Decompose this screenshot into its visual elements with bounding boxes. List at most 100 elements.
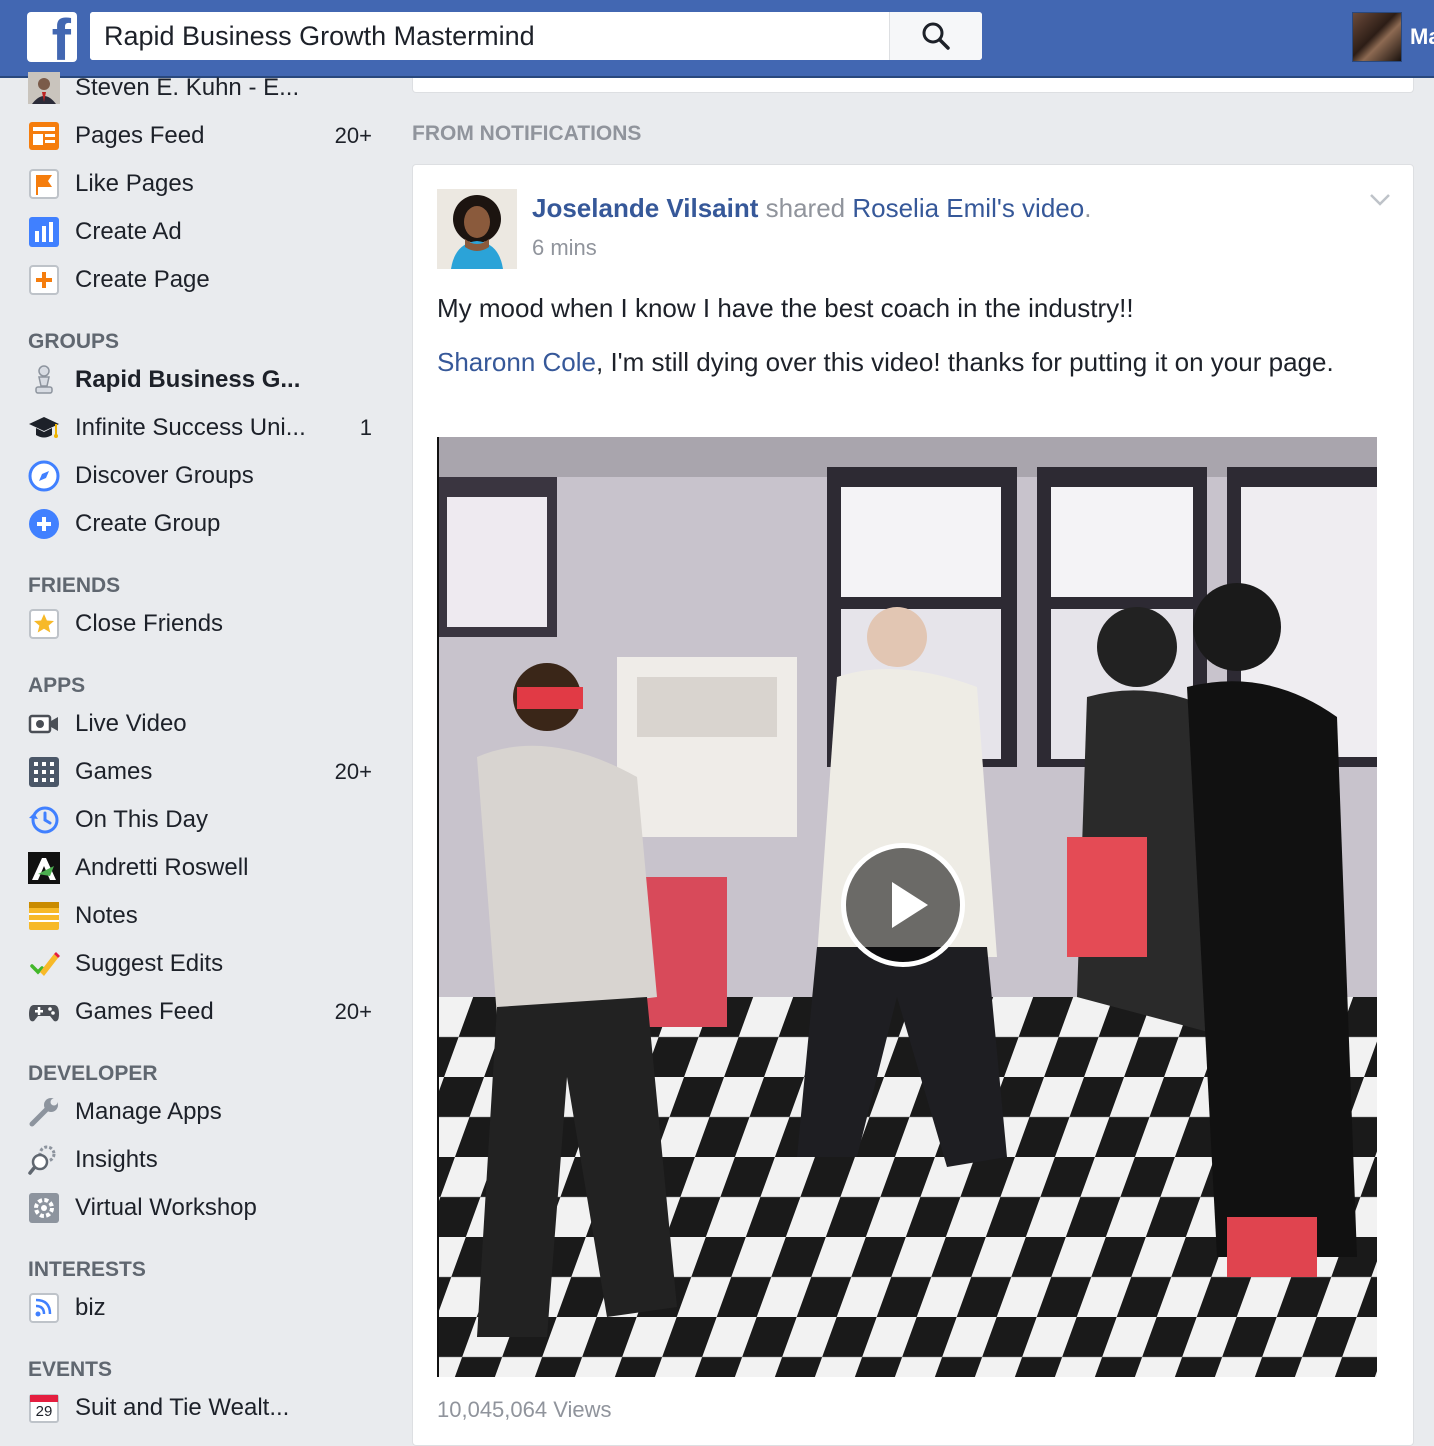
nav-label: Insights bbox=[75, 1146, 158, 1173]
events-heading: EVENTS bbox=[28, 1358, 113, 1381]
nav-item-games-feed[interactable]: Games Feed 20+ bbox=[28, 992, 388, 1032]
search-bar bbox=[90, 12, 982, 60]
author-name-link[interactable]: Joselande Vilsaint bbox=[532, 193, 758, 223]
nav-item-andretti-roswell[interactable]: Andretti Roswell bbox=[28, 848, 388, 888]
facebook-logo-icon[interactable]: f bbox=[27, 12, 77, 62]
post-verb: shared bbox=[758, 193, 853, 223]
play-button[interactable] bbox=[841, 843, 965, 967]
nav-count: 20+ bbox=[334, 123, 372, 148]
nav-label: Close Friends bbox=[75, 610, 224, 637]
nav-label: Andretti Roswell bbox=[75, 854, 249, 881]
nav-item-close-friends[interactable]: Close Friends bbox=[28, 604, 388, 644]
nav-label: biz bbox=[75, 1294, 106, 1321]
friends-heading: FRIENDS bbox=[28, 574, 121, 597]
nav-item-create-ad[interactable]: Create Ad bbox=[28, 212, 388, 252]
mention-link[interactable]: Sharonn Cole bbox=[437, 347, 596, 377]
plus-page-icon bbox=[28, 264, 60, 296]
post-options-button[interactable] bbox=[1369, 193, 1391, 212]
nav-label: Like Pages bbox=[75, 170, 194, 197]
calendar-icon: 29 bbox=[28, 1392, 60, 1424]
nav-item-create-page[interactable]: Create Page bbox=[28, 260, 388, 300]
nav-item-rapid-business-group[interactable]: Rapid Business G... bbox=[28, 360, 388, 400]
nav-item-manage-apps[interactable]: Manage Apps bbox=[28, 1092, 388, 1132]
nav-count: 20+ bbox=[334, 759, 372, 784]
video-player[interactable] bbox=[437, 437, 1377, 1377]
previous-story-card bbox=[412, 78, 1414, 93]
clock-history-icon bbox=[28, 804, 60, 836]
nav-label: Live Video bbox=[75, 710, 187, 737]
gear-magnifier-icon bbox=[28, 1144, 60, 1176]
video-camera-icon bbox=[28, 708, 60, 740]
notes-icon bbox=[28, 900, 60, 932]
nav-count: 20+ bbox=[334, 999, 372, 1024]
feed-post: Joselande Vilsaint shared Roselia Emil's… bbox=[412, 164, 1414, 1446]
profile-photo-icon bbox=[28, 72, 60, 104]
profile-avatar[interactable] bbox=[1352, 12, 1402, 62]
nav-item-live-video[interactable]: Live Video bbox=[28, 704, 388, 744]
nav-item-like-pages[interactable]: Like Pages bbox=[28, 164, 388, 204]
calendar-date: 29 bbox=[35, 1403, 53, 1420]
possessive-suffix: 's bbox=[996, 193, 1023, 223]
view-count: 10,045,064 Views bbox=[437, 1397, 612, 1422]
nav-item-steven-kuhn[interactable]: Steven E. Kuhn - E... bbox=[28, 68, 388, 108]
graduation-cap-icon bbox=[28, 412, 60, 444]
wrench-icon bbox=[28, 1096, 60, 1128]
nav-label: Manage Apps bbox=[75, 1098, 222, 1125]
nav-label: Create Ad bbox=[75, 218, 182, 245]
search-input[interactable] bbox=[90, 12, 889, 60]
pages-feed-icon bbox=[28, 120, 60, 152]
nav-item-games[interactable]: Games 20+ bbox=[28, 752, 388, 792]
nav-label: On This Day bbox=[75, 806, 208, 833]
groups-heading: GROUPS bbox=[28, 330, 120, 353]
nav-label: Create Group bbox=[75, 510, 221, 537]
nav-label: Create Page bbox=[75, 266, 210, 293]
nav-label: Virtual Workshop bbox=[75, 1194, 257, 1221]
nav-item-discover-groups[interactable]: Discover Groups bbox=[28, 456, 388, 496]
compass-icon bbox=[28, 460, 60, 492]
post-text-line2: Sharonn Cole, I'm still dying over this … bbox=[437, 343, 1357, 382]
nav-label: Notes bbox=[75, 902, 138, 929]
star-icon bbox=[28, 608, 60, 640]
nav-label: Suggest Edits bbox=[75, 950, 224, 977]
post-header: Joselande Vilsaint shared Roselia Emil's… bbox=[532, 193, 1091, 224]
gear-icon bbox=[28, 1192, 60, 1224]
nav-item-infinite-success[interactable]: Infinite Success Uni... 1 bbox=[28, 408, 388, 448]
nav-count: 1 bbox=[359, 415, 372, 440]
nav-item-virtual-workshop[interactable]: Virtual Workshop bbox=[28, 1188, 388, 1228]
author-avatar[interactable] bbox=[437, 189, 517, 269]
chess-pawn-icon bbox=[28, 364, 60, 396]
section-label: FROM NOTIFICATIONS bbox=[412, 122, 642, 145]
post-text-rest: , I'm still dying over this video! thank… bbox=[596, 347, 1334, 377]
nav-item-insights[interactable]: Insights bbox=[28, 1140, 388, 1180]
chevron-down-icon bbox=[1370, 194, 1390, 206]
video-link[interactable]: video bbox=[1022, 193, 1084, 223]
nav-label: Discover Groups bbox=[75, 462, 254, 489]
post-text-line1: My mood when I know I have the best coac… bbox=[437, 293, 1134, 323]
games-grid-icon bbox=[28, 756, 60, 788]
profile-name[interactable]: Ma bbox=[1410, 24, 1434, 50]
top-bar: f Ma bbox=[0, 0, 1434, 78]
interests-heading: INTERESTS bbox=[28, 1258, 146, 1281]
nav-item-create-group[interactable]: Create Group bbox=[28, 504, 388, 544]
search-button[interactable] bbox=[889, 12, 982, 60]
shared-from-link[interactable]: Roselia Emil bbox=[852, 193, 997, 223]
nav-label: Infinite Success Uni... bbox=[75, 414, 306, 441]
pencil-check-icon bbox=[28, 948, 60, 980]
nav-item-on-this-day[interactable]: On This Day bbox=[28, 800, 388, 840]
nav-item-pages-feed[interactable]: Pages Feed 20+ bbox=[28, 116, 388, 156]
header-period: . bbox=[1084, 193, 1092, 223]
play-icon bbox=[892, 882, 928, 928]
search-icon bbox=[922, 22, 950, 50]
post-timestamp[interactable]: 6 mins bbox=[532, 235, 597, 261]
app-logo-icon bbox=[28, 852, 60, 884]
nav-item-suggest-edits[interactable]: Suggest Edits bbox=[28, 944, 388, 984]
nav-item-notes[interactable]: Notes bbox=[28, 896, 388, 936]
apps-heading: APPS bbox=[28, 674, 86, 697]
nav-label: Steven E. Kuhn - E... bbox=[75, 74, 300, 101]
nav-item-suit-and-tie[interactable]: 29 Suit and Tie Wealt... bbox=[28, 1388, 388, 1428]
bar-chart-icon bbox=[28, 216, 60, 248]
flag-icon bbox=[28, 168, 60, 200]
rss-icon bbox=[28, 1292, 60, 1324]
nav-item-biz[interactable]: biz bbox=[28, 1288, 388, 1328]
developer-heading: DEVELOPER bbox=[28, 1062, 158, 1085]
